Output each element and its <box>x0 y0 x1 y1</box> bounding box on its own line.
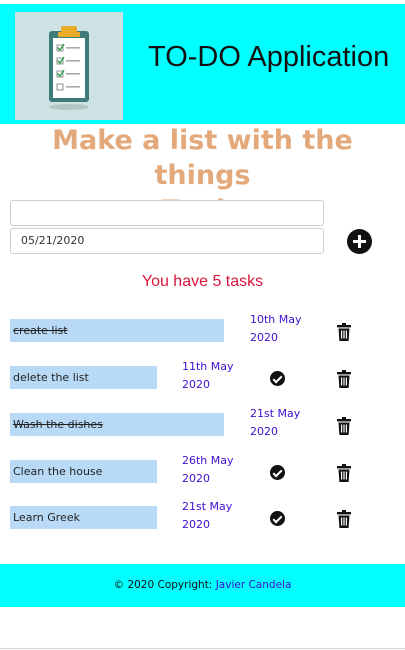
trash-icon[interactable] <box>336 370 352 388</box>
app-title: TO-DO Application <box>148 41 390 73</box>
task-date-year: 2020 <box>182 517 210 531</box>
task-date: 21st May 2020 <box>250 405 310 440</box>
task-date-year: 2020 <box>182 471 210 485</box>
task-counter: You have 5 tasks <box>141 273 264 290</box>
task-date-day: 10th May <box>250 313 302 326</box>
task-date-day: 21st May <box>182 500 233 513</box>
headline-line-1: Make a list with the things <box>52 125 353 191</box>
trash-icon[interactable] <box>336 323 352 341</box>
date-input-value: 05/21/2020 <box>21 234 85 247</box>
task-date: 11th May 2020 <box>182 358 242 393</box>
task-row: Wash the dishes 21st May 2020 <box>0 405 405 451</box>
trash-icon[interactable] <box>336 464 352 482</box>
task-date: 10th May 2020 <box>250 311 310 346</box>
footer-copyright: © 2020 Copyright: <box>113 579 213 591</box>
check-icon[interactable] <box>270 465 285 480</box>
trash-icon[interactable] <box>336 510 352 528</box>
task-label: Clean the house <box>10 460 157 483</box>
clipboard-checklist-icon <box>15 12 123 120</box>
task-row: delete the list 11th May 2020 <box>0 358 405 404</box>
task-row: Learn Greek 21st May 2020 <box>0 498 405 544</box>
check-icon[interactable] <box>270 371 285 386</box>
trash-icon[interactable] <box>336 417 352 435</box>
task-label: delete the list <box>10 366 157 389</box>
page-footer: © 2020 Copyright: Javier Candela <box>0 564 405 607</box>
check-icon[interactable] <box>270 511 285 526</box>
date-input[interactable]: 05/21/2020 <box>10 228 324 254</box>
task-date: 26th May 2020 <box>182 452 242 487</box>
app-header: TO-DO Application <box>0 4 405 124</box>
author-link[interactable]: Javier Candela <box>216 579 292 591</box>
task-label: Wash the dishes <box>10 413 224 436</box>
task-date-year: 2020 <box>250 330 278 344</box>
task-date: 21st May 2020 <box>182 498 242 533</box>
task-row: create list 10th May 2020 <box>0 311 405 357</box>
task-label: create list <box>10 319 224 342</box>
task-row: Clean the house 26th May 2020 <box>0 452 405 498</box>
task-date-day: 21st May <box>250 407 301 420</box>
divider <box>0 648 405 649</box>
plus-circle-icon[interactable] <box>347 229 372 254</box>
task-label: Learn Greek <box>10 506 157 529</box>
task-input[interactable] <box>10 200 324 226</box>
task-date-year: 2020 <box>182 377 210 391</box>
task-date-day: 11th May <box>182 360 234 373</box>
task-date-year: 2020 <box>250 424 278 438</box>
task-date-day: 26th May <box>182 454 234 467</box>
